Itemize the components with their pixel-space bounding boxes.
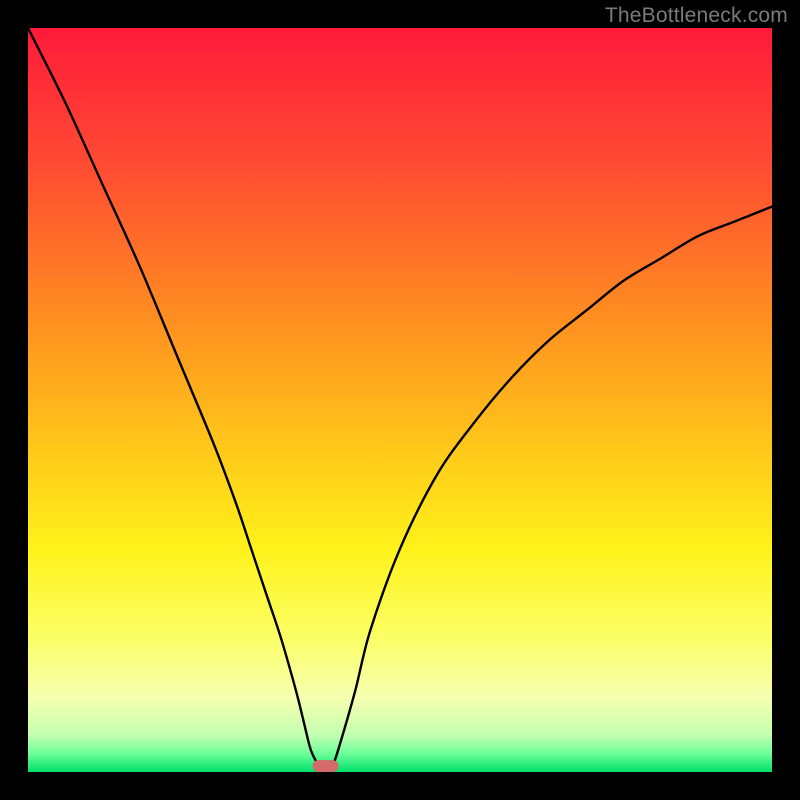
gradient-background xyxy=(28,28,772,772)
plot-area xyxy=(28,28,772,772)
optimal-marker xyxy=(313,760,339,772)
chart-frame: TheBottleneck.com xyxy=(0,0,800,800)
chart-svg xyxy=(28,28,772,772)
watermark-text: TheBottleneck.com xyxy=(605,4,788,28)
